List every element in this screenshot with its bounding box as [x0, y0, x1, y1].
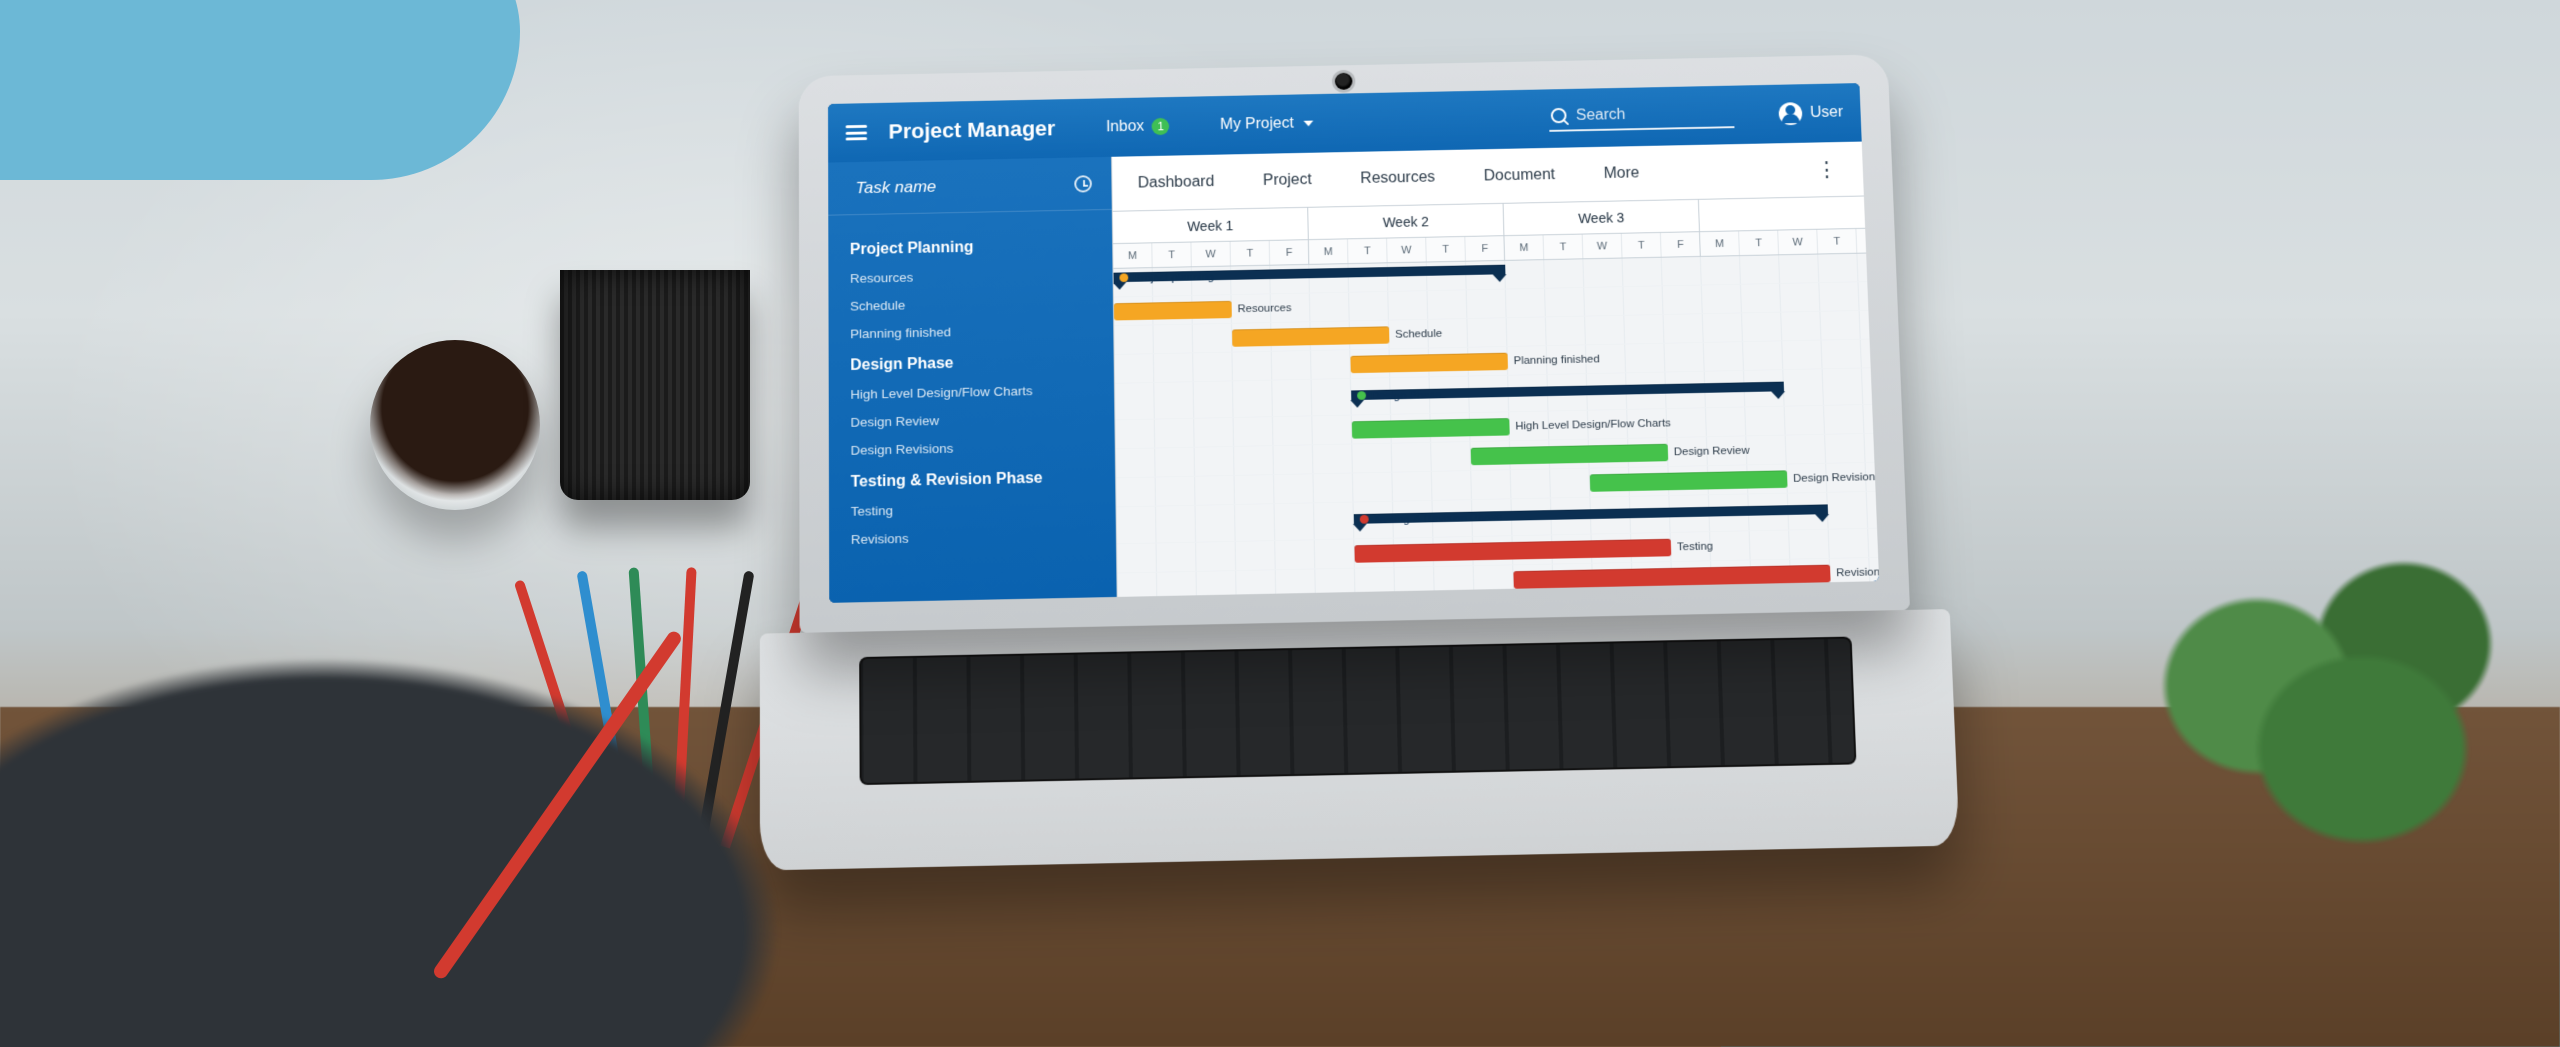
sidebar-task-list: Project PlanningResourcesSchedulePlannin…: [828, 210, 1116, 554]
menu-icon[interactable]: [846, 125, 867, 141]
gantt-day-label: W: [1387, 238, 1427, 263]
more-menu-icon[interactable]: ⋮: [1816, 157, 1840, 182]
chevron-down-icon: [1303, 121, 1313, 127]
gantt-day-label: F: [1270, 240, 1310, 265]
gantt-summary-label: Design Phase: [1351, 387, 1441, 406]
gantt-day-label: W: [1778, 230, 1818, 255]
tab-project[interactable]: Project: [1261, 165, 1314, 194]
search-field[interactable]: [1549, 102, 1735, 132]
gantt-task-bar[interactable]: [1114, 301, 1232, 321]
app-body: Task name Project PlanningResourcesSched…: [828, 142, 1879, 603]
inbox-badge: 1: [1152, 118, 1170, 135]
sidebar: Task name Project PlanningResourcesSched…: [828, 157, 1116, 603]
main-panel: Dashboard Project Resources Document More ⋮ W…: [1111, 142, 1879, 597]
gantt-week-label: Week 2: [1308, 204, 1504, 239]
keyboard: [859, 637, 1856, 786]
gantt-day-label: T: [1231, 241, 1271, 266]
tab-more[interactable]: More: [1601, 159, 1641, 188]
gantt-summary-label: Project planning: [1113, 269, 1214, 288]
tab-document[interactable]: Document: [1482, 161, 1558, 191]
gantt-task-label: Design Revisions: [1787, 466, 1879, 489]
app-title: Project Manager: [888, 116, 1055, 144]
laptop-deck: [760, 609, 1960, 870]
inbox-label: Inbox: [1106, 118, 1144, 136]
gantt-week-label: [1699, 196, 1879, 231]
webcam: [1335, 73, 1353, 90]
laptop-lid: Project Manager Inbox 1 My Project: [799, 54, 1910, 633]
gantt-chart: Week 1Week 2Week 3 MTWTFMTWTFMTWTFMTWTF …: [1113, 196, 1879, 596]
gantt-day-label: T: [1426, 237, 1466, 262]
sidebar-item[interactable]: Revisions: [829, 520, 1116, 554]
task-name-heading: Task name: [856, 177, 937, 198]
gantt-task-label: Testing: [1671, 536, 1714, 558]
avatar-icon: [1779, 102, 1803, 125]
gantt-task-label: Schedule: [1389, 323, 1442, 345]
user-menu[interactable]: User: [1779, 101, 1844, 125]
gantt-day-label: F: [1856, 228, 1879, 253]
gantt-task-bar[interactable]: [1352, 418, 1510, 439]
gantt-day-label: T: [1544, 235, 1584, 260]
gantt-day-label: T: [1622, 233, 1662, 258]
gantt-day-label: W: [1583, 234, 1623, 259]
gantt-task-bar[interactable]: [1590, 470, 1788, 491]
project-name: My Project: [1220, 115, 1294, 133]
user-label: User: [1810, 104, 1844, 122]
gantt-task-label: Design Review: [1668, 440, 1750, 463]
gantt-task-bar[interactable]: [1471, 444, 1669, 465]
laptop: Project Manager Inbox 1 My Project: [799, 54, 1920, 869]
gantt-week-label: Week 1: [1113, 208, 1309, 243]
gantt-task-label: Revisions: [1830, 562, 1879, 585]
gantt-day-label: T: [1739, 231, 1779, 256]
gantt-task-bar[interactable]: [1513, 565, 1830, 589]
gantt-task-label: High Level Design/Flow Charts: [1509, 413, 1671, 438]
gantt-day-label: W: [1191, 242, 1231, 267]
gantt-day-label: T: [1817, 229, 1857, 254]
gantt-day-label: M: [1309, 239, 1349, 264]
gantt-day-label: M: [1700, 231, 1740, 256]
gantt-task-bar[interactable]: [1354, 539, 1671, 563]
clock-icon[interactable]: [1074, 175, 1092, 192]
gantt-day-label: T: [1348, 239, 1388, 264]
pencil-cup: [560, 270, 750, 500]
app-screen: Project Manager Inbox 1 My Project: [828, 83, 1879, 603]
gantt-task-bar[interactable]: [1350, 353, 1508, 373]
gantt-task-label: Resources: [1232, 298, 1292, 320]
sidebar-header: Task name: [828, 157, 1112, 216]
gantt-day-label: M: [1504, 235, 1544, 260]
gantt-task-label: Planning finished: [1507, 349, 1600, 372]
tab-resources[interactable]: Resources: [1358, 163, 1437, 193]
plant: [2110, 497, 2530, 917]
inbox-button[interactable]: Inbox 1: [1106, 118, 1170, 136]
photo-scene: Project Manager Inbox 1 My Project: [0, 0, 2560, 1047]
gantt-summary-bar[interactable]: Design Phase: [1351, 382, 1784, 400]
gantt-summary-label: Testing & Revision Phase: [1354, 509, 1503, 530]
gantt-task-bar[interactable]: [1232, 326, 1389, 346]
gantt-day-label: F: [1661, 232, 1701, 257]
gantt-day-label: T: [1152, 242, 1192, 267]
gantt-day-label: F: [1465, 236, 1505, 261]
project-switcher[interactable]: My Project: [1220, 115, 1313, 134]
coffee-cup: [370, 340, 540, 510]
gantt-day-label: M: [1113, 243, 1152, 268]
tab-dashboard[interactable]: Dashboard: [1136, 167, 1217, 197]
gantt-week-label: Week 3: [1504, 200, 1700, 235]
search-icon: [1551, 108, 1567, 125]
decorative-blob: [0, 0, 520, 180]
search-input[interactable]: [1576, 105, 1733, 125]
gantt-rows[interactable]: Project planning Resources Schedule Plannin…: [1113, 254, 1879, 597]
gantt-summary-bar[interactable]: Project planning: [1114, 265, 1506, 283]
